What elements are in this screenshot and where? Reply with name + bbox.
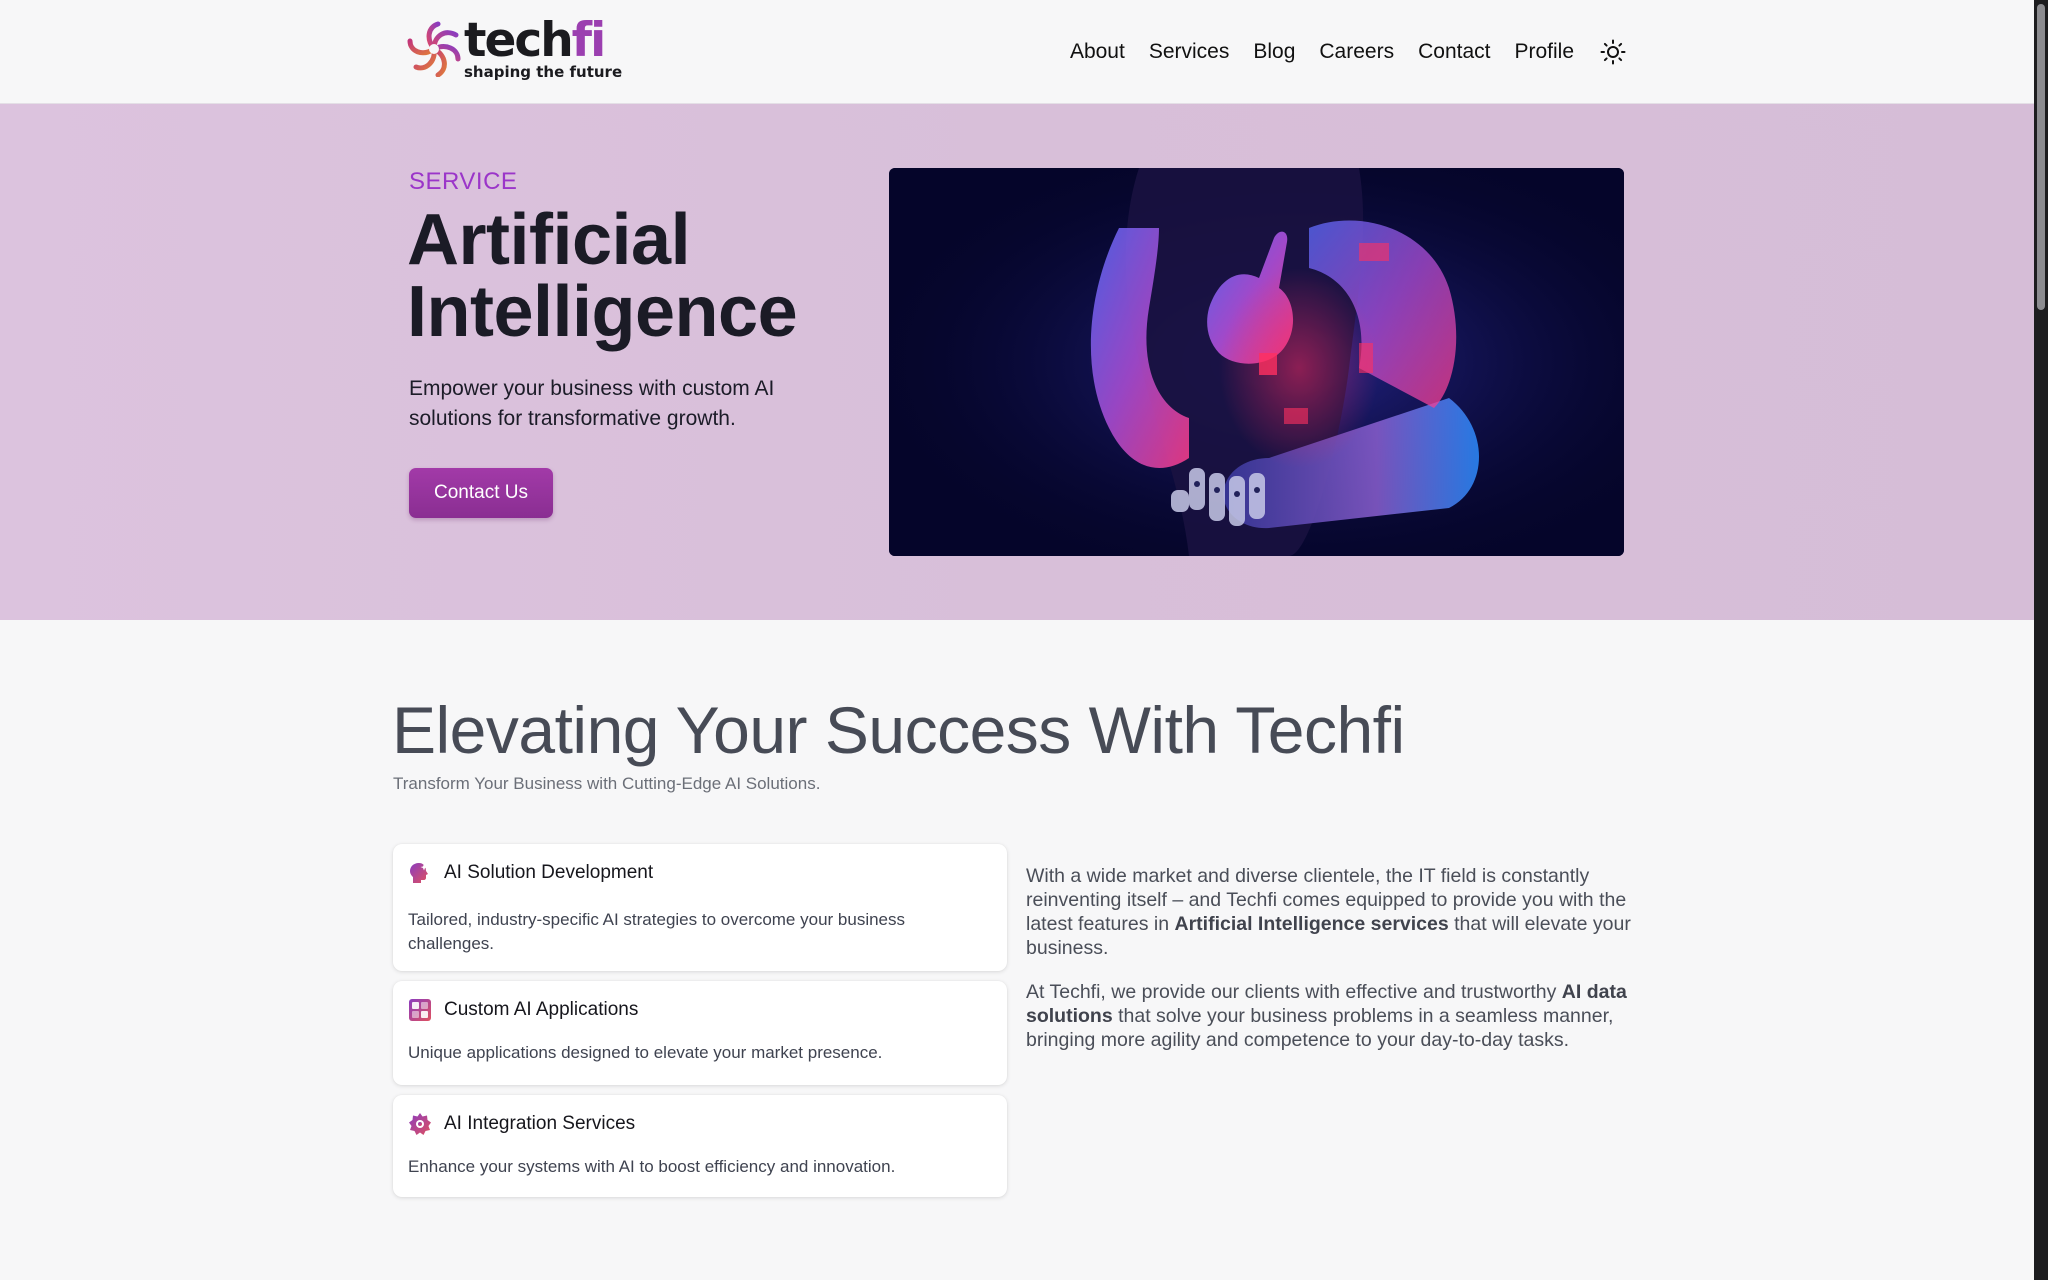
about-p2-before: At Techfi, we provide our clients with e…: [1026, 981, 1562, 1003]
card-ai-integration-services[interactable]: AI Integration Services Enhance your sys…: [393, 1095, 1007, 1197]
section-title: Elevating Your Success With Techfi: [392, 693, 1405, 767]
hero-image: [889, 168, 1624, 556]
contact-us-button[interactable]: Contact Us: [409, 468, 553, 518]
logo-word-main: tech: [464, 13, 574, 68]
card-title: Custom AI Applications: [444, 999, 639, 1020]
card-custom-ai-applications[interactable]: Custom AI Applications Unique applicatio…: [393, 981, 1007, 1085]
about-p2-after: that solve your business problems in a s…: [1026, 1005, 1614, 1051]
robotic-arm-illustration: [889, 168, 1624, 556]
app-blocks-icon: [409, 999, 431, 1021]
logo-swirl-icon: [407, 21, 461, 77]
nav-careers[interactable]: Careers: [1319, 36, 1394, 68]
scrollbar-thumb[interactable]: [2037, 4, 2045, 310]
about-text: With a wide market and diverse clientele…: [1026, 864, 1640, 1072]
card-title: AI Solution Development: [444, 862, 654, 883]
integration-gear-icon: [409, 1113, 431, 1135]
card-description: Tailored, industry-specific AI strategie…: [408, 910, 906, 953]
hero-title: Artificial Intelligence: [407, 200, 798, 352]
card-title: AI Integration Services: [444, 1113, 636, 1134]
nav-contact[interactable]: Contact: [1418, 36, 1490, 68]
nav-services[interactable]: Services: [1149, 36, 1230, 68]
sun-icon[interactable]: [1600, 39, 1626, 65]
hero-section: SERVICE Artificial Intelligence Empower …: [0, 104, 2034, 620]
logo-tagline: shaping the future: [464, 63, 623, 81]
logo-wordmark: techfi: [464, 11, 607, 71]
card-description: Enhance your systems with AI to boost ef…: [408, 1157, 896, 1176]
section-subtitle: Transform Your Business with Cutting-Edg…: [393, 774, 821, 793]
logo-word-accent: fi: [571, 13, 607, 68]
hero-eyebrow: SERVICE: [409, 168, 518, 195]
nav-profile[interactable]: Profile: [1514, 36, 1574, 68]
hero-description: Empower your business with custom AI sol…: [409, 377, 775, 430]
nav-blog[interactable]: Blog: [1253, 36, 1295, 68]
main-nav: About Services Blog Careers Contact Prof…: [1070, 36, 1626, 68]
ai-head-icon: [410, 863, 428, 883]
about-p1-bold: Artificial Intelligence services: [1174, 913, 1449, 935]
nav-about[interactable]: About: [1070, 36, 1125, 68]
site-header: techfi shaping the future About Services…: [0, 0, 2034, 104]
techfi-logo[interactable]: techfi shaping the future: [406, 13, 622, 83]
about-paragraph-1: With a wide market and diverse clientele…: [1026, 864, 1640, 960]
card-description: Unique applications designed to elevate …: [408, 1043, 883, 1062]
about-paragraph-2: At Techfi, we provide our clients with e…: [1026, 980, 1640, 1052]
card-ai-solution-development[interactable]: AI Solution Development Tailored, indust…: [393, 844, 1007, 971]
page-scrollbar[interactable]: [2034, 0, 2048, 1280]
